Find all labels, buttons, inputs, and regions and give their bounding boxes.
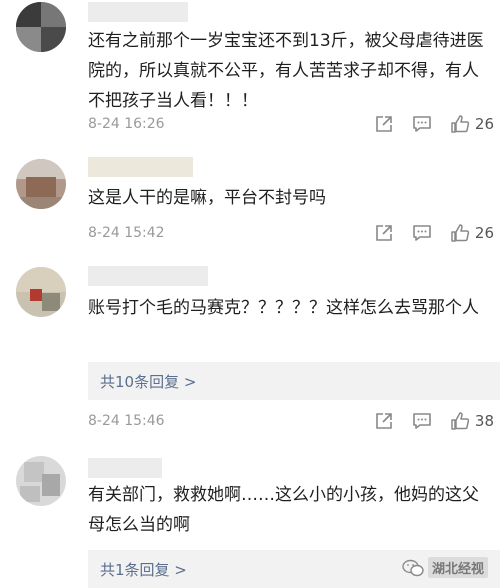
share-icon <box>376 225 392 241</box>
share-button[interactable] <box>374 114 394 134</box>
thumbs-up-icon <box>451 224 470 242</box>
like-button[interactable]: 38 <box>450 411 494 431</box>
wechat-logo-icon <box>402 559 424 576</box>
comment-timestamp: 8-24 15:46 <box>88 413 165 429</box>
like-button[interactable]: 26 <box>450 114 494 134</box>
comment-icon <box>413 225 431 241</box>
share-icon <box>376 413 392 429</box>
comment-timestamp: 8-24 16:26 <box>88 116 165 132</box>
thumbs-up-icon <box>451 412 470 430</box>
comment-button[interactable] <box>412 223 432 243</box>
watermark: 湖北经视 <box>402 557 488 578</box>
thumbs-up-icon <box>451 115 470 133</box>
replies-panel: 共10条回复 > <box>88 362 500 400</box>
comment-actions: 26 <box>356 222 494 244</box>
comment-text: 有关部门，救救她啊……这么小的小孩，他妈的这父母怎么当的啊 <box>88 485 479 535</box>
username-redacted[interactable] <box>88 266 208 286</box>
watermark-text: 湖北经视 <box>427 557 488 578</box>
avatar[interactable] <box>16 2 66 52</box>
view-replies-link[interactable]: 共1条回复 > <box>100 559 187 580</box>
comment-timestamp: 8-24 15:42 <box>88 225 165 241</box>
avatar[interactable] <box>16 456 66 506</box>
like-button[interactable]: 26 <box>450 223 494 243</box>
share-button[interactable] <box>374 223 394 243</box>
comment-button[interactable] <box>412 114 432 134</box>
avatar[interactable] <box>16 159 66 209</box>
comment-text: 账号打个毛的马赛克？？？？？这样怎么去骂那个人 <box>88 298 479 318</box>
like-count: 26 <box>474 115 494 133</box>
username-redacted[interactable] <box>88 458 162 478</box>
share-button[interactable] <box>374 411 394 431</box>
comment-text: 还有之前那个一岁宝宝还不到13斤，被父母虐待进医院的，所以真就不公平，有人苦苦求… <box>88 31 484 111</box>
comment-icon <box>413 116 431 132</box>
avatar[interactable] <box>16 267 66 317</box>
username-redacted[interactable] <box>88 2 188 22</box>
comment-button[interactable] <box>412 411 432 431</box>
comment-actions: 26 <box>356 113 494 135</box>
view-replies-link[interactable]: 共10条回复 > <box>100 371 196 392</box>
username-redacted[interactable] <box>88 157 193 177</box>
comment-icon <box>413 413 431 429</box>
like-count: 26 <box>474 224 494 242</box>
like-count: 38 <box>474 412 494 430</box>
comment-actions: 38 <box>356 410 494 432</box>
comment-text: 这是人干的是嘛，平台不封号吗 <box>88 188 326 208</box>
share-icon <box>376 116 392 132</box>
